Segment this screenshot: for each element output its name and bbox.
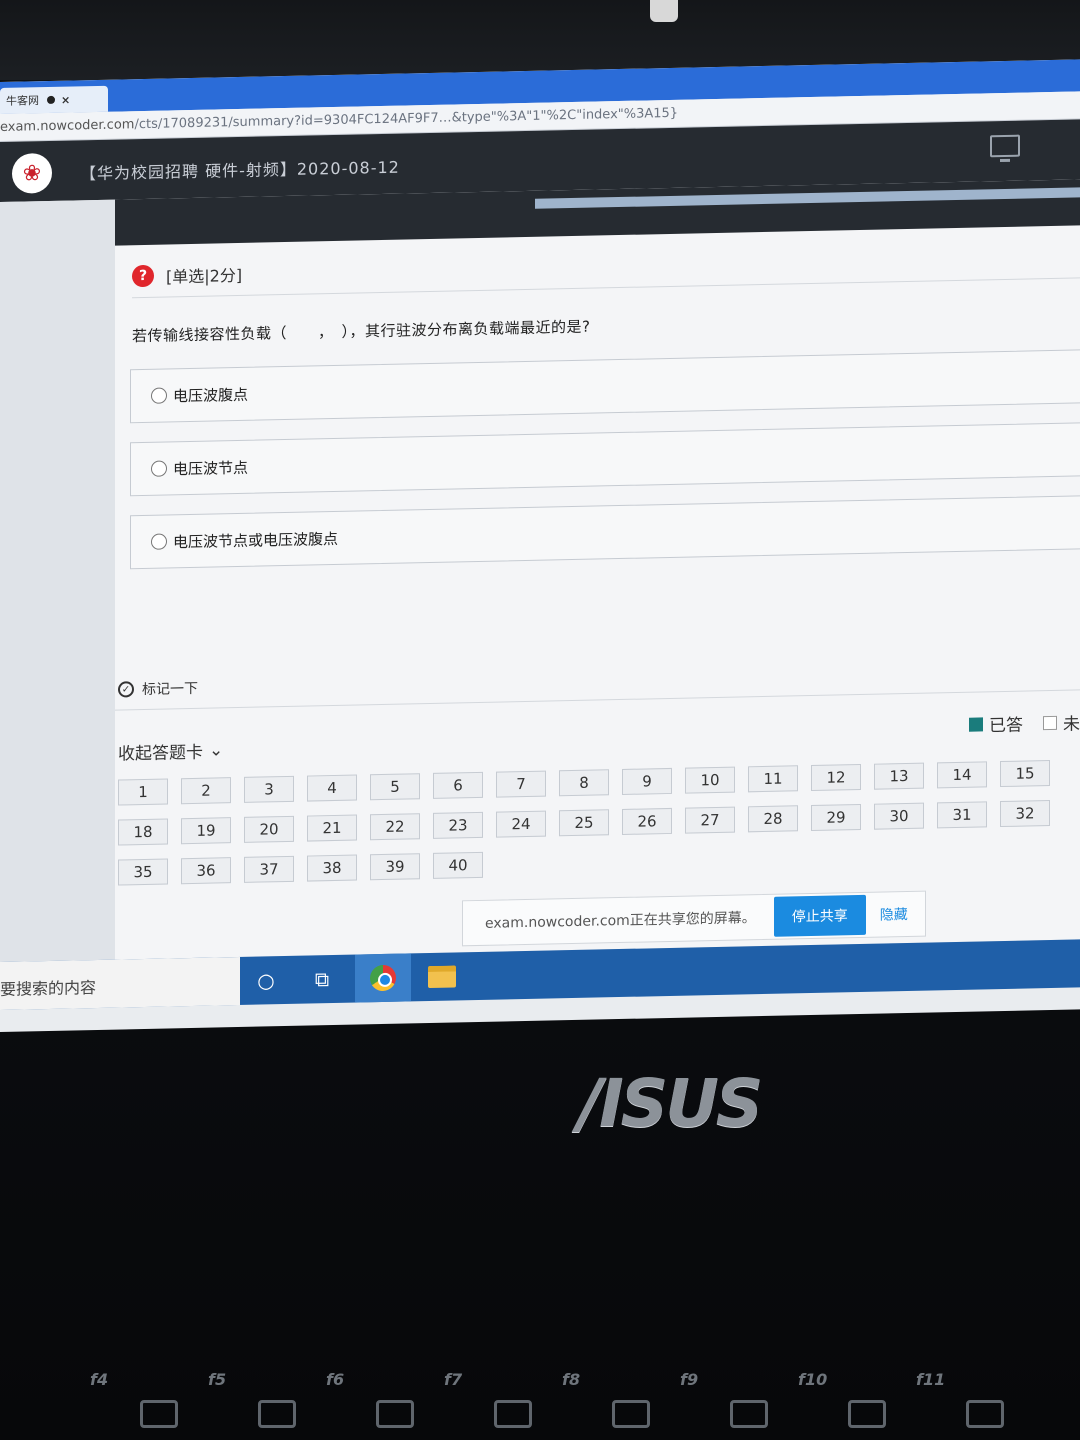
question-number-button[interactable]: 2 (181, 777, 231, 805)
keycap-icon[interactable] (494, 1400, 532, 1428)
keycap-icon[interactable] (730, 1400, 768, 1428)
question-number-button[interactable]: 28 (748, 805, 798, 833)
question-type: ? [单选|2分] (132, 262, 242, 288)
keycap-icon[interactable] (258, 1400, 296, 1428)
cortana-icon[interactable]: ○ (250, 964, 282, 997)
question-number-button[interactable]: 24 (496, 810, 546, 838)
question-number-button[interactable]: 35 (118, 858, 168, 886)
screen-share-banner: exam.nowcoder.com正在共享您的屏幕。 停止共享 隐藏 (462, 890, 926, 947)
answered-swatch (969, 716, 983, 732)
question-number-button[interactable]: 37 (244, 855, 294, 883)
url-host: exam.nowcoder.com (0, 117, 135, 135)
photo-stage: 牛客网 × exam.nowcoder.com/cts/17089231/summ… (0, 0, 1080, 1440)
function-key-label: f10 (798, 1370, 828, 1389)
question-number-button[interactable]: 7 (496, 770, 546, 798)
hide-banner-link[interactable]: 隐藏 (880, 904, 908, 925)
question-number-button[interactable]: 15 (1000, 760, 1050, 788)
mark-question-toggle[interactable]: ✓ 标记一下 (118, 678, 198, 700)
option-label: 电压波节点或电压波腹点 (173, 529, 339, 551)
radio-icon[interactable] (151, 387, 167, 404)
collapse-answer-card-button[interactable]: 收起答题卡 ⌄ (118, 737, 224, 765)
question-number-button[interactable]: 23 (433, 811, 483, 839)
question-number-button[interactable]: 36 (181, 857, 231, 885)
chevron-down-icon: ⌄ (209, 739, 224, 761)
question-number-button[interactable]: 30 (874, 802, 924, 830)
function-key-label: f11 (916, 1370, 946, 1389)
question-number-button[interactable]: 1 (118, 778, 168, 806)
question-number-button[interactable]: 4 (307, 774, 357, 802)
option-label: 电压波腹点 (173, 385, 249, 405)
question-number-button[interactable]: 11 (748, 765, 798, 793)
page-title: 【华为校园招聘 硬件-射频】2020-08-12 (80, 157, 400, 184)
collapse-label: 收起答题卡 (118, 742, 203, 765)
question-number-button[interactable]: 8 (559, 769, 609, 797)
question-number-button[interactable]: 29 (811, 803, 861, 832)
function-key-label: f4 (90, 1370, 109, 1389)
option-label: 电压波节点 (173, 458, 249, 478)
tab-label: 牛客网 (6, 94, 39, 108)
question-number-button[interactable]: 25 (559, 809, 609, 837)
question-number-button[interactable]: 39 (370, 853, 420, 881)
function-key-label: f7 (444, 1370, 463, 1389)
keycap-icon[interactable] (140, 1400, 178, 1428)
webcam (650, 0, 678, 22)
check-circle-icon: ✓ (118, 681, 134, 698)
function-key-label: f5 (208, 1370, 227, 1389)
tab-recording-dot-icon (47, 95, 55, 105)
question-number-button[interactable]: 38 (307, 854, 357, 882)
function-key-label: f8 (562, 1370, 581, 1389)
question-type-label: [单选|2分] (166, 265, 243, 287)
question-card (115, 199, 1080, 960)
function-key-label: f6 (326, 1370, 345, 1389)
question-number-button[interactable]: 32 (1000, 800, 1050, 828)
keycap-icon[interactable] (848, 1400, 886, 1428)
share-message: exam.nowcoder.com正在共享您的屏幕。 (485, 910, 756, 932)
question-number-button[interactable]: 3 (244, 775, 294, 803)
laptop-brand-logo: /ISUS (578, 1065, 763, 1142)
huawei-logo-icon: ❀ (12, 152, 52, 194)
unanswered-swatch (1043, 715, 1057, 730)
laptop-screen: 牛客网 × exam.nowcoder.com/cts/17089231/summ… (0, 59, 1080, 1033)
progress-bar (535, 187, 1080, 209)
question-number-button[interactable]: 27 (685, 806, 735, 834)
help-icon: ? (132, 264, 154, 288)
legend-answered: 已答 (989, 715, 1023, 737)
question-number-button[interactable]: 26 (622, 807, 672, 835)
browser-tab[interactable]: 牛客网 × (0, 85, 108, 114)
keycap-icon[interactable] (376, 1400, 414, 1428)
question-number-button[interactable]: 12 (811, 763, 861, 792)
stop-sharing-button[interactable]: 停止共享 (773, 894, 866, 937)
question-number-button[interactable]: 5 (370, 773, 420, 801)
legend-unanswered: 未 (1063, 714, 1080, 735)
question-number-button[interactable]: 20 (244, 815, 294, 843)
tab-close-icon[interactable]: × (61, 94, 70, 107)
question-number-button[interactable]: 18 (118, 818, 168, 846)
question-number-button[interactable]: 21 (307, 814, 357, 842)
question-number-button[interactable]: 22 (370, 813, 420, 841)
keycap-icon[interactable] (612, 1400, 650, 1428)
task-view-icon[interactable]: ⧉ (306, 963, 338, 996)
question-number-button[interactable]: 13 (874, 762, 924, 790)
question-number-button[interactable]: 10 (685, 766, 735, 794)
question-number-button[interactable]: 31 (937, 801, 987, 829)
url-path: /cts/17089231/summary?id=9304FC124AF9F7…… (134, 105, 679, 133)
answer-legend: 已答 未 (969, 709, 1080, 736)
taskbar-search-input[interactable]: 要搜索的内容 (0, 956, 240, 1010)
question-number-button[interactable]: 9 (622, 767, 672, 795)
question-number-button[interactable]: 19 (181, 817, 231, 845)
keycap-icon[interactable] (966, 1400, 1004, 1428)
file-explorer-icon[interactable] (426, 960, 458, 993)
question-number-button[interactable]: 6 (433, 771, 483, 799)
keyboard-row: f4 f5 f6 f7 f8 f9 f10 f11 (0, 1370, 1080, 1440)
radio-icon[interactable] (151, 533, 167, 550)
question-number-button[interactable]: 40 (433, 851, 483, 879)
function-key-label: f9 (680, 1370, 699, 1389)
mark-label: 标记一下 (142, 680, 198, 699)
monitor-icon[interactable] (990, 134, 1020, 158)
radio-icon[interactable] (151, 460, 167, 477)
chrome-icon[interactable] (367, 962, 399, 995)
question-number-button[interactable]: 14 (937, 761, 987, 789)
